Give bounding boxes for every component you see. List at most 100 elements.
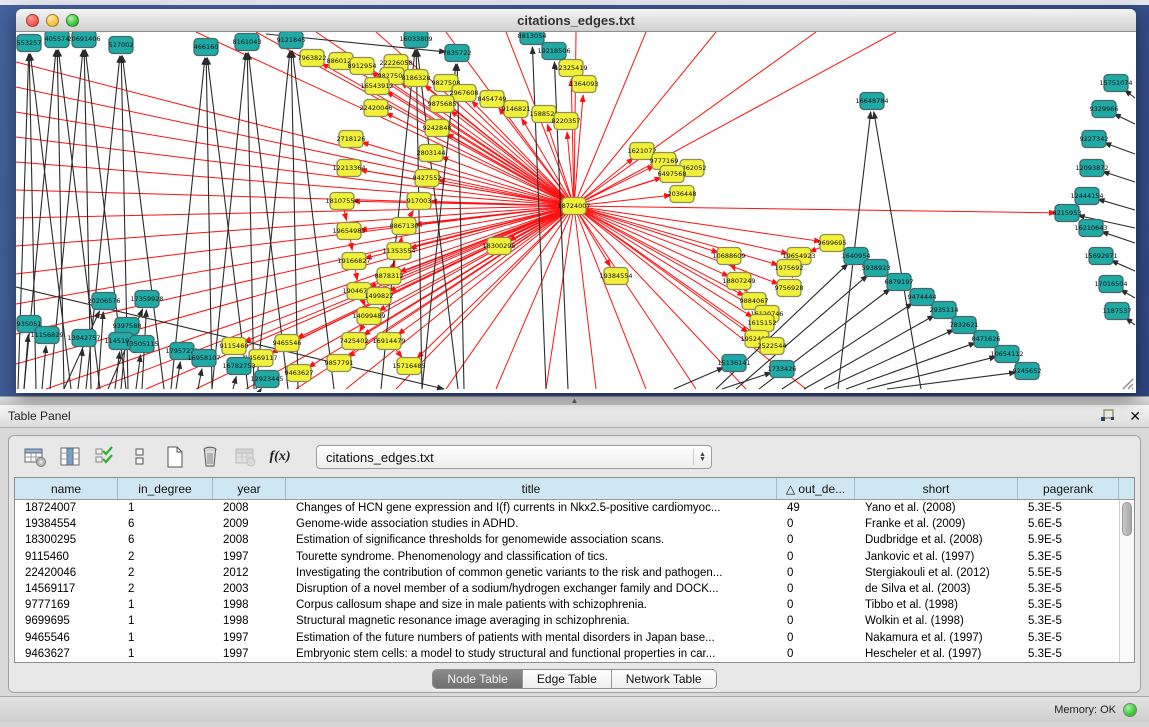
network-node[interactable]: 19384554 bbox=[599, 268, 632, 285]
network-node[interactable]: 15136141 bbox=[717, 355, 750, 372]
rows-icon[interactable] bbox=[127, 444, 153, 470]
network-node[interactable]: 1975692 bbox=[775, 260, 804, 277]
network-node[interactable]: 12923445 bbox=[250, 371, 283, 388]
network-node[interactable]: 20206576 bbox=[87, 293, 120, 310]
network-node[interactable]: 8161043 bbox=[233, 34, 262, 51]
column-header-pagerank[interactable]: pagerank bbox=[1018, 478, 1119, 499]
network-node[interactable]: 12213364 bbox=[332, 160, 365, 177]
network-node[interactable]: 9245652 bbox=[1013, 363, 1042, 380]
zoom-window-button[interactable] bbox=[66, 14, 79, 27]
network-node[interactable]: 9857791 bbox=[325, 355, 354, 372]
column-header-out_de[interactable]: △ out_de... bbox=[777, 478, 855, 499]
function-builder-icon[interactable]: f(x) bbox=[267, 444, 293, 470]
network-node[interactable]: 7832621 bbox=[950, 317, 979, 334]
column-header-short[interactable]: short bbox=[855, 478, 1018, 499]
network-node[interactable]: 18724007 bbox=[557, 198, 590, 215]
network-node[interactable]: 16210643 bbox=[1074, 220, 1107, 237]
network-node[interactable]: 9756928 bbox=[775, 280, 804, 297]
network-node[interactable]: 1364093 bbox=[570, 76, 599, 93]
network-node[interactable]: 16914479 bbox=[372, 333, 405, 350]
network-node[interactable]: 8867130 bbox=[390, 218, 419, 235]
network-node[interactable]: 17359928 bbox=[130, 291, 163, 308]
tab-network-table[interactable]: Network Table bbox=[612, 670, 716, 688]
network-node[interactable]: 12325419 bbox=[554, 60, 587, 77]
table-row[interactable]: 977716911998Corpus callosum shape and si… bbox=[15, 597, 1134, 613]
table-selector-combobox[interactable]: citations_edges.txt ▲▼ bbox=[316, 445, 712, 469]
network-node[interactable]: 6497568 bbox=[658, 166, 687, 183]
network-node[interactable]: 2522544 bbox=[758, 338, 787, 355]
network-node[interactable]: 9121845 bbox=[277, 32, 306, 49]
network-node[interactable]: 16648784 bbox=[855, 93, 888, 110]
table-row[interactable]: 2242004622012Investigating the contribut… bbox=[15, 565, 1134, 581]
tab-edge-table[interactable]: Edge Table bbox=[523, 670, 612, 688]
minimize-window-button[interactable] bbox=[46, 14, 59, 27]
float-panel-icon[interactable] bbox=[1100, 409, 1115, 423]
table-row[interactable]: 1872400712008Changes of HCN gene express… bbox=[15, 500, 1134, 516]
table-row[interactable]: 1456911722003Disruption of a novel membe… bbox=[15, 581, 1134, 597]
network-node[interactable]: 19218506 bbox=[537, 43, 570, 60]
network-node[interactable]: 11156829 bbox=[30, 327, 63, 344]
network-node[interactable]: 9875685 bbox=[428, 96, 457, 113]
table-scrollbar[interactable] bbox=[1119, 500, 1134, 662]
network-node[interactable]: 10688609 bbox=[712, 248, 745, 265]
network-node[interactable]: 405574 bbox=[45, 32, 70, 48]
network-node[interactable]: 2803144 bbox=[417, 145, 446, 162]
network-node[interactable]: 18107554 bbox=[325, 193, 358, 210]
resize-grip-icon[interactable] bbox=[1120, 376, 1134, 390]
new-table-icon[interactable] bbox=[162, 444, 188, 470]
network-node[interactable]: 19166827 bbox=[337, 253, 370, 270]
network-node[interactable]: 8912954 bbox=[348, 58, 377, 75]
network-node[interactable]: 466160 bbox=[194, 39, 219, 56]
network-node[interactable]: 10654112 bbox=[990, 346, 1023, 363]
network-node[interactable]: 9146821 bbox=[502, 101, 531, 118]
network-node[interactable]: 17016504 bbox=[1094, 276, 1127, 293]
network-node[interactable]: 16958107 bbox=[187, 350, 220, 367]
network-node[interactable]: 13505115 bbox=[125, 336, 158, 353]
network-node[interactable]: 13942757 bbox=[67, 330, 100, 347]
column-header-in_degree[interactable]: in_degree bbox=[118, 478, 213, 499]
network-node[interactable]: 14099489 bbox=[352, 308, 385, 325]
column-chooser-icon[interactable] bbox=[57, 444, 83, 470]
column-header-name[interactable]: name bbox=[15, 478, 118, 499]
import-table-icon[interactable] bbox=[232, 444, 258, 470]
network-node[interactable]: 8186328 bbox=[402, 70, 431, 87]
select-columns-check-icon[interactable] bbox=[92, 444, 118, 470]
network-node[interactable]: 15751074 bbox=[1099, 75, 1132, 92]
network-node[interactable]: 8878312 bbox=[375, 268, 404, 285]
network-node[interactable]: 1187537 bbox=[1103, 303, 1132, 320]
network-node[interactable]: 18807249 bbox=[722, 273, 755, 290]
network-node[interactable]: 8215953 bbox=[1053, 205, 1082, 222]
network-node[interactable]: 2935114 bbox=[930, 302, 959, 319]
network-node[interactable]: 9227342 bbox=[1080, 131, 1109, 148]
network-node[interactable]: 917003 bbox=[407, 193, 432, 210]
network-canvas[interactable]: 1872400779638228860128891295422226058982… bbox=[16, 32, 1136, 392]
network-node[interactable]: 7963822 bbox=[298, 50, 327, 67]
column-header-year[interactable]: year bbox=[213, 478, 286, 499]
network-node[interactable]: 9329966 bbox=[1090, 101, 1119, 118]
network-node[interactable]: 8471626 bbox=[972, 331, 1001, 348]
network-node[interactable]: 5938923 bbox=[862, 260, 891, 277]
network-node[interactable]: 2036448 bbox=[668, 186, 697, 203]
network-node[interactable]: 15716485 bbox=[392, 358, 425, 375]
network-node[interactable]: 11353554 bbox=[382, 243, 415, 260]
table-row[interactable]: 1938455462009Genome-wide association stu… bbox=[15, 516, 1134, 532]
network-node[interactable]: 22420046 bbox=[359, 100, 392, 117]
network-node[interactable]: 9242848 bbox=[423, 120, 452, 137]
network-node[interactable]: 1499822 bbox=[365, 288, 394, 305]
table-row[interactable]: 946362711997Embryonic stem cells: a mode… bbox=[15, 646, 1134, 662]
network-node[interactable]: 7425402 bbox=[340, 333, 369, 350]
network-node[interactable]: 8813054 bbox=[518, 32, 547, 45]
network-node[interactable]: 12093872 bbox=[1075, 160, 1108, 177]
memory-indicator-icon[interactable] bbox=[1123, 703, 1137, 717]
network-node[interactable]: 8427552 bbox=[413, 170, 442, 187]
network-node[interactable]: 527002 bbox=[109, 37, 134, 54]
network-node[interactable]: 16543912 bbox=[360, 78, 393, 95]
network-node[interactable]: 553257 bbox=[17, 35, 42, 52]
table-settings-icon[interactable] bbox=[22, 444, 48, 470]
network-node[interactable]: 8220357 bbox=[552, 113, 581, 130]
split-pane-divider[interactable]: ▲ bbox=[0, 396, 1149, 405]
network-node[interactable]: 1733426 bbox=[768, 361, 797, 378]
network-node[interactable]: 20691406 bbox=[67, 32, 100, 48]
network-node[interactable]: 1615152 bbox=[748, 315, 777, 332]
network-node[interactable]: 9463627 bbox=[285, 365, 314, 382]
